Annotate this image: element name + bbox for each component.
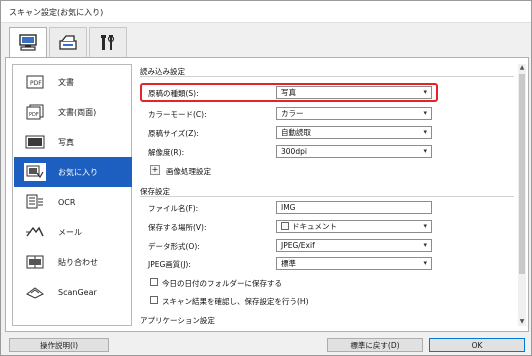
sidebar-item-label: 写真 [58,137,74,147]
title-bar: スキャン設定(お気に入り) [1,1,531,23]
settings-panel: PDF 文書 PDF 文書(両面) 写真 お気に入り OCR メール 貼り合わせ… [5,57,529,332]
data-format-label: データ形式(O): [148,242,200,251]
chevron-down-icon: ▾ [423,147,427,155]
photo-icon [24,133,46,151]
image-processing-expand-button[interactable]: + [150,165,160,175]
favorite-icon [24,163,46,181]
scangear-icon [24,283,46,301]
sidebar-item-label: 文書 [58,77,74,87]
chevron-down-icon: ▾ [423,259,427,267]
sidebar-item-label: 貼り合わせ [58,257,98,267]
tab-scan-from-operation-panel[interactable] [49,27,87,57]
defaults-button-label: 標準に戻す(D) [350,340,400,350]
sidebar-item-mail[interactable]: メール [14,217,132,247]
defaults-button[interactable]: 標準に戻す(D) [327,338,423,352]
scroll-thumb[interactable] [519,74,525,274]
window-title: スキャン設定(お気に入り) [9,8,104,17]
resolution-label: 解像度(R): [148,148,185,157]
sidebar-item-label: 文書(両面) [58,107,97,117]
sidebar-item-document[interactable]: PDF 文書 [14,67,132,97]
ok-button[interactable]: OK [429,338,525,352]
folder-icon [281,222,289,230]
jpeg-quality-select[interactable]: 標準 ▾ [276,257,432,270]
app-settings-title: アプリケーション設定 [140,316,215,325]
save-in-select-value: ドキュメント [292,222,337,231]
sidebar-item-label: OCR [58,197,76,207]
document-icon: PDF [24,73,46,91]
vertical-scrollbar[interactable]: ▲ ▼ [518,64,526,326]
mail-icon [24,223,46,241]
sidebar-item-ocr[interactable]: OCR [14,187,132,217]
source-select[interactable]: 写真 ▾ [276,86,432,99]
scan-type-sidebar: PDF 文書 PDF 文書(両面) 写真 お気に入り OCR メール 貼り合わせ… [12,64,132,326]
paper-size-label: 原稿サイズ(Z): [148,129,199,138]
chevron-down-icon: ▾ [423,128,427,136]
scroll-up-icon[interactable]: ▲ [518,64,526,72]
tools-icon [101,34,115,50]
image-processing-label[interactable]: 画像処理設定 [166,166,211,177]
data-format-select[interactable]: JPEG/Exif ▾ [276,239,432,252]
svg-text:PDF: PDF [29,112,39,118]
sidebar-item-favorite[interactable]: お気に入り [14,157,132,187]
confirm-checkbox[interactable] [150,296,158,304]
jpeg-quality-select-value: 標準 [281,259,296,268]
sidebar-item-photo[interactable]: 写真 [14,127,132,157]
sidebar-item-label: お気に入り [58,167,98,177]
filename-label: ファイル名(F): [148,204,199,213]
subfolder-checkbox[interactable] [150,278,158,286]
duplex-document-icon: PDF [24,103,46,121]
ok-button-label: OK [471,340,483,350]
save-in-label: 保存する場所(V): [148,223,207,232]
filename-input-value: IMG [281,203,296,212]
resolution-select[interactable]: 300dpi ▾ [276,145,432,158]
paper-size-select-value: 自動読取 [281,128,311,137]
instructions-button-label: 操作説明(I) [39,340,79,350]
sidebar-item-duplex-document[interactable]: PDF 文書(両面) [14,97,132,127]
paper-size-select[interactable]: 自動読取 ▾ [276,126,432,139]
filename-input[interactable]: IMG [276,201,432,214]
scanner-icon [59,34,77,50]
settings-content: 読み込み設定 原稿の種類(S): 写真 ▾ カラーモード(C): カラー ▾ 原… [136,64,526,326]
source-select-value: 写真 [281,88,296,97]
data-format-select-value: JPEG/Exif [281,241,315,250]
instructions-button[interactable]: 操作説明(I) [9,338,109,352]
computer-icon [19,34,37,51]
scroll-down-icon[interactable]: ▼ [518,318,526,326]
jpeg-quality-label: JPEG画質(J): [148,260,191,269]
stitch-icon [24,253,46,271]
tab-general-settings[interactable] [89,27,127,57]
color-mode-select-value: カラー [281,109,304,118]
divider [140,196,514,197]
svg-text:PDF: PDF [30,80,42,87]
chevron-down-icon: ▾ [423,222,427,230]
source-label: 原稿の種類(S): [148,89,199,98]
scan-settings-window: スキャン設定(お気に入り) PDF 文書 PDF 文書(両面) 写真 お気に入り… [0,0,532,356]
divider [140,76,514,77]
sidebar-item-scangear[interactable]: ScanGear [14,277,132,307]
chevron-down-icon: ▾ [423,88,427,96]
confirm-label: スキャン結果を確認し、保存設定を行う(H) [162,297,309,306]
sidebar-item-stitch[interactable]: 貼り合わせ [14,247,132,277]
chevron-down-icon: ▾ [423,109,427,117]
chevron-down-icon: ▾ [423,241,427,249]
tab-bar [7,27,527,58]
tab-scan-from-computer[interactable] [9,27,47,58]
color-mode-label: カラーモード(C): [148,110,207,119]
resolution-select-value: 300dpi [281,147,307,156]
sidebar-item-label: メール [58,227,82,237]
subfolder-label: 今日の日付のフォルダーに保存する [162,279,282,288]
save-in-select[interactable]: ドキュメント ▾ [276,220,432,233]
color-mode-select[interactable]: カラー ▾ [276,107,432,120]
ocr-icon [24,193,46,211]
sidebar-item-label: ScanGear [58,287,97,297]
